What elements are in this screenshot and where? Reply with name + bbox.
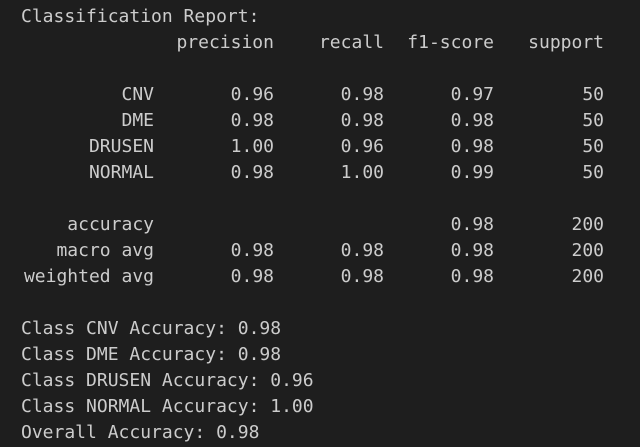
row-f1: 0.99 bbox=[450, 162, 494, 183]
terminal-output: Classification Report: precision recall … bbox=[0, 0, 640, 447]
row-precision: 0.98 bbox=[230, 110, 274, 131]
class-accuracy-line: Class DRUSEN Accuracy: 0.96 bbox=[21, 370, 314, 391]
row-support: 50 bbox=[582, 136, 604, 157]
row-support: 50 bbox=[582, 84, 604, 105]
summary-support: 200 bbox=[571, 214, 604, 235]
summary-support: 200 bbox=[571, 240, 604, 261]
row-f1: 0.98 bbox=[450, 110, 494, 131]
class-accuracy-line: Class CNV Accuracy: 0.98 bbox=[21, 318, 282, 339]
row-precision: 1.00 bbox=[230, 136, 274, 157]
report-title: Classification Report: bbox=[21, 6, 260, 27]
header-precision: precision bbox=[176, 32, 274, 53]
row-f1: 0.98 bbox=[450, 136, 494, 157]
summary-f1: 0.98 bbox=[450, 266, 494, 287]
row-f1: 0.97 bbox=[450, 84, 494, 105]
row-support: 50 bbox=[582, 110, 604, 131]
row-precision: 0.96 bbox=[230, 84, 274, 105]
class-accuracy-line: Class NORMAL Accuracy: 1.00 bbox=[21, 396, 314, 417]
summary-precision: 0.98 bbox=[230, 240, 274, 261]
class-accuracy-line: Class DME Accuracy: 0.98 bbox=[21, 344, 282, 365]
overall-accuracy-line: Overall Accuracy: 0.98 bbox=[21, 422, 260, 443]
header-support: support bbox=[528, 32, 604, 53]
header-recall: recall bbox=[318, 32, 384, 53]
summary-f1: 0.98 bbox=[450, 240, 494, 261]
summary-recall: 0.98 bbox=[340, 240, 384, 261]
summary-f1: 0.98 bbox=[450, 214, 494, 235]
summary-support: 200 bbox=[571, 266, 604, 287]
row-precision: 0.98 bbox=[230, 162, 274, 183]
row-support: 50 bbox=[582, 162, 604, 183]
summary-recall: 0.98 bbox=[340, 266, 384, 287]
summary-precision bbox=[130, 212, 274, 238]
summary-recall bbox=[300, 212, 384, 238]
row-recall: 1.00 bbox=[340, 162, 384, 183]
header-f1-score: f1-score bbox=[407, 32, 494, 53]
summary-precision: 0.98 bbox=[230, 266, 274, 287]
row-recall: 0.98 bbox=[340, 84, 384, 105]
row-recall: 0.98 bbox=[340, 110, 384, 131]
row-recall: 0.96 bbox=[340, 136, 384, 157]
